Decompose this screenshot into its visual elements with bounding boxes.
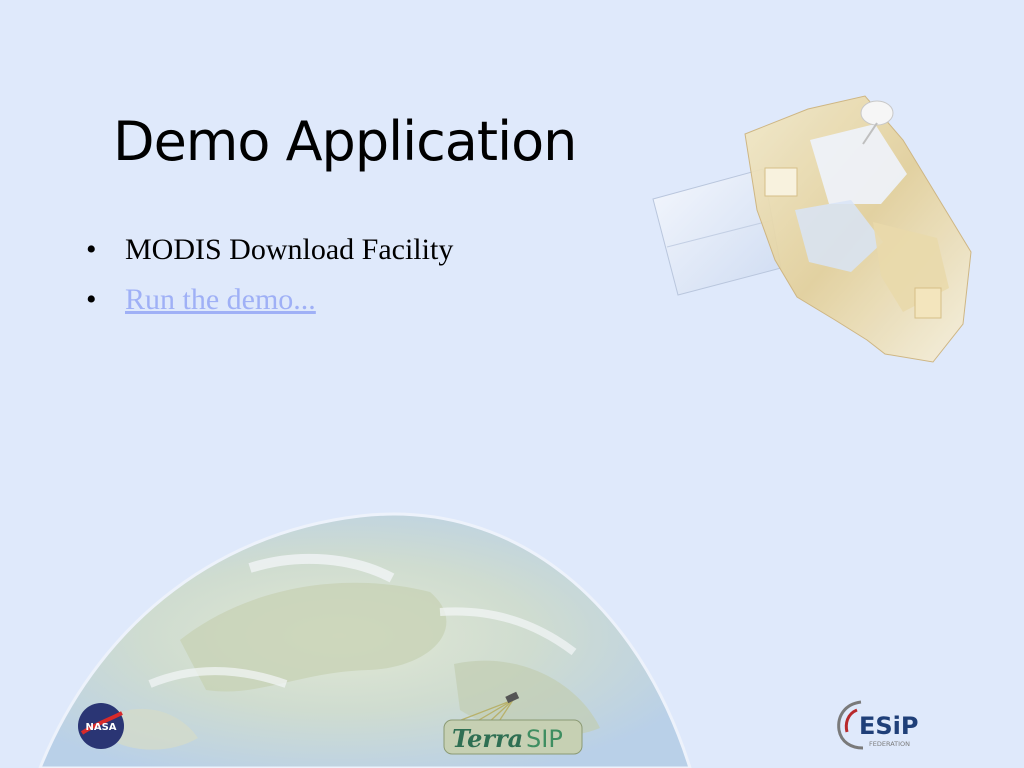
- bullet-marker: •: [86, 233, 97, 266]
- nasa-logo-icon: NASA: [78, 703, 124, 749]
- terrasip-logo-text-sip: SIP: [526, 725, 563, 753]
- esip-logo-text: ESiP: [859, 712, 919, 740]
- esip-federation-logo-icon: ESiP FEDERATION: [837, 700, 919, 750]
- slide: Demo Application • MODIS Download Facili…: [0, 0, 1024, 768]
- nasa-logo-text: NASA: [85, 722, 116, 733]
- bullet-text-modis: MODIS Download Facility: [125, 233, 454, 266]
- esip-logo-subtext: FEDERATION: [869, 740, 910, 748]
- terrasip-logo-text-terra: Terra: [452, 724, 523, 753]
- bullet-marker: •: [86, 283, 97, 316]
- list-item: • MODIS Download Facility: [86, 228, 453, 272]
- bullet-list: • MODIS Download Facility • Run the demo…: [86, 228, 453, 328]
- run-demo-link[interactable]: Run the demo...: [125, 283, 316, 316]
- satellite-illustration-icon: [652, 95, 972, 363]
- page-title: Demo Application: [113, 110, 577, 173]
- list-item: • Run the demo...: [86, 278, 453, 322]
- terrasip-logo-icon: Terra SIP: [443, 691, 583, 755]
